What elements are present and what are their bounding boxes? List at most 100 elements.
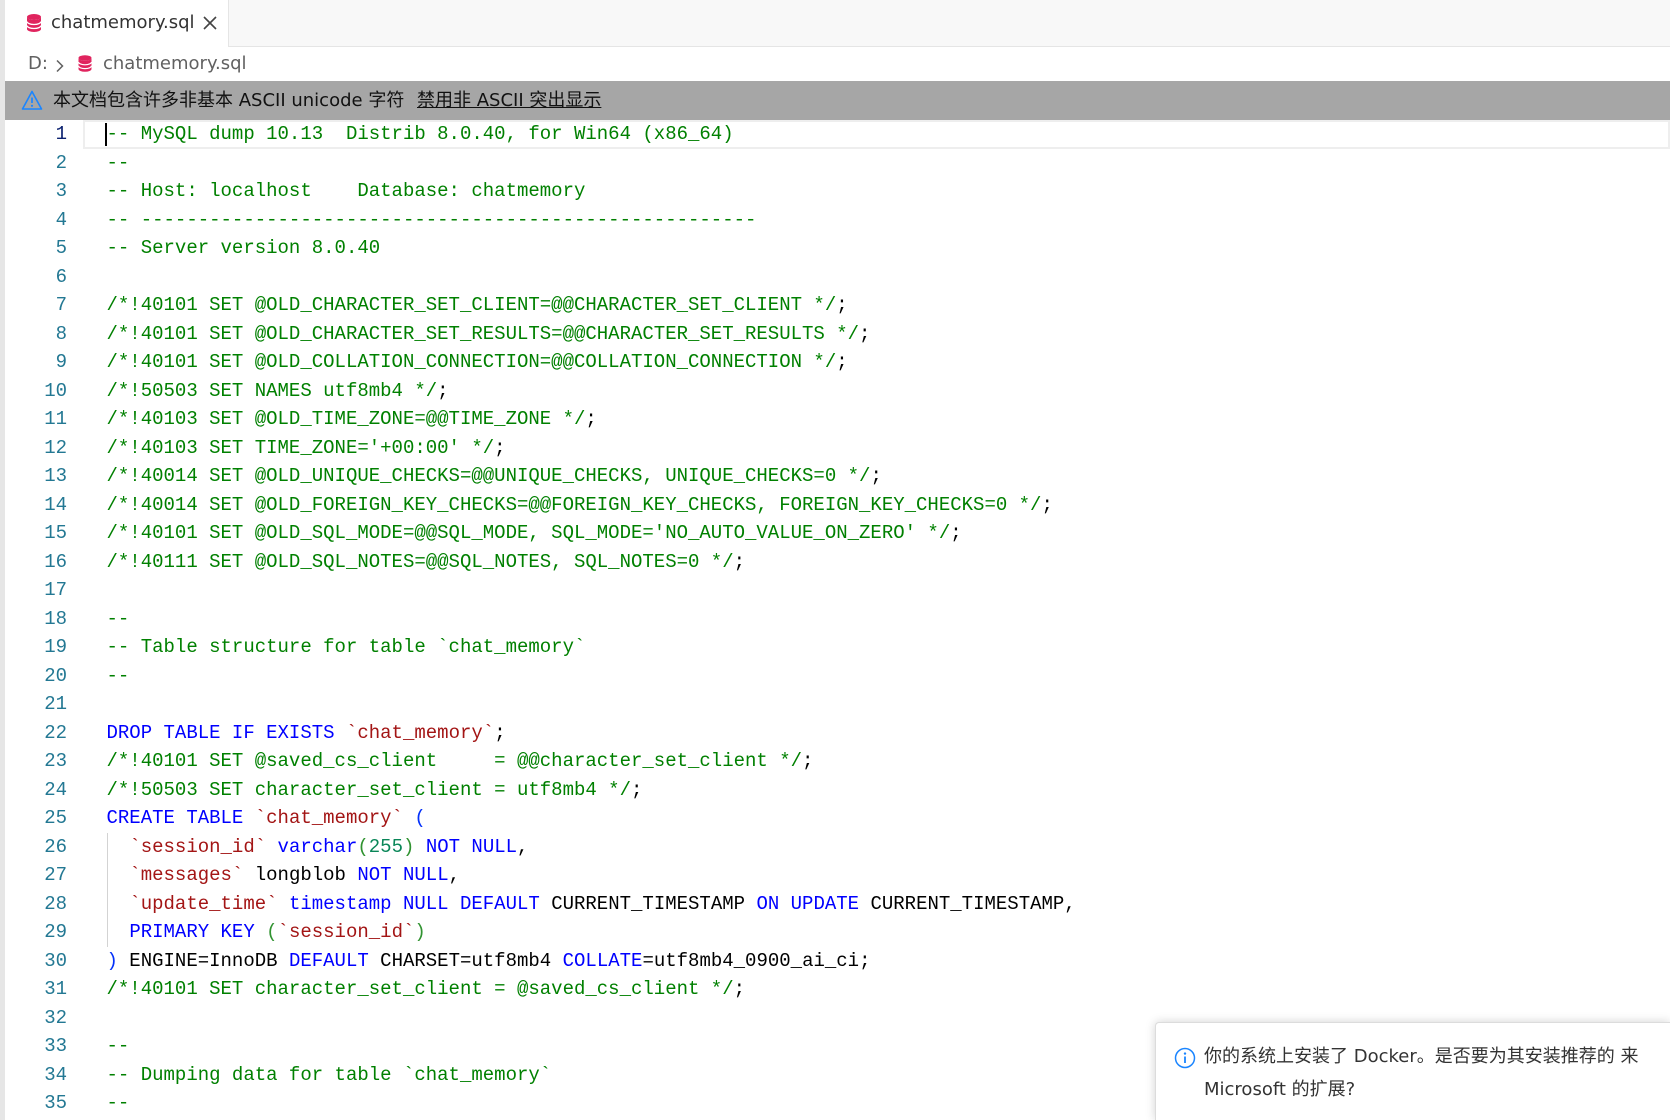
code-token: NOT NULL	[357, 864, 449, 886]
code-line[interactable]: 18 --	[5, 605, 1670, 634]
line-number: 20	[44, 664, 67, 687]
close-icon[interactable]	[201, 14, 219, 32]
code-token: -- Server version 8.0.40	[106, 237, 381, 259]
code-token: ,	[448, 864, 460, 886]
code-token: ;	[836, 294, 848, 316]
disable-highlight-link[interactable]: 禁用非 ASCII 突出显示	[417, 81, 601, 120]
code-text: /*!40101 SET @OLD_COLLATION_CONNECTION=@…	[107, 348, 848, 377]
code-token: ;	[494, 721, 506, 744]
code-line[interactable]: 30) ENGINE=InnoDB DEFAULT CHARSET=utf8mb…	[5, 947, 1670, 976]
code-token: )	[106, 949, 118, 972]
code-line[interactable]: 5 -- Server version 8.0.40	[5, 234, 1670, 263]
code-line[interactable]: 21	[5, 690, 1670, 719]
code-line[interactable]: 29 PRIMARY KEY (`session_id`)	[5, 918, 1670, 947]
code-line[interactable]: 17	[5, 576, 1670, 605]
code-line[interactable]: 14 /*!40014 SET @OLD_FOREIGN_KEY_CHECKS=@…	[5, 491, 1670, 520]
code-token: CREATE TABLE	[106, 807, 244, 829]
code-line[interactable]: 2 --	[5, 149, 1670, 178]
code-line[interactable]: 12 /*!40103 SET TIME_ZONE='+00:00' */;	[5, 434, 1670, 463]
line-number: 7	[55, 294, 67, 316]
code-line[interactable]: 16 /*!40111 SET @OLD_SQL_NOTES=@@SQL_NOTE…	[5, 548, 1670, 577]
code-token: )	[403, 835, 415, 858]
code-token: --	[106, 1092, 130, 1114]
database-icon	[25, 13, 43, 33]
code-text: /*!40103 SET @OLD_TIME_ZONE=@@TIME_ZONE …	[107, 405, 597, 434]
docker-extension-notification[interactable]: 你的系统上安装了 Docker。是否要为其安装推荐的 来 Microsoft 的…	[1155, 1022, 1670, 1120]
code-token: (	[357, 835, 369, 858]
line-number: 34	[44, 1063, 67, 1086]
line-number: 4	[55, 208, 67, 231]
breadcrumb-drive[interactable]: D:	[28, 47, 48, 81]
code-token: ;	[1041, 493, 1053, 516]
code-token: ,	[517, 835, 529, 858]
code-token: DEFAULT	[288, 949, 369, 972]
code-line[interactable]: 11 /*!40103 SET @OLD_TIME_ZONE=@@TIME_ZON…	[5, 405, 1670, 434]
code-line[interactable]: 25 CREATE TABLE `chat_memory` (	[5, 804, 1670, 833]
code-token: CHARSET=utf8mb4	[368, 949, 563, 972]
code-line[interactable]: 7 /*!40101 SET @OLD_CHARACTER_SET_CLIENT=…	[5, 291, 1670, 320]
code-token: `update_time`	[129, 892, 278, 915]
line-number: 26	[44, 835, 67, 858]
code-token: longblob	[243, 864, 358, 886]
code-line[interactable]: 15 /*!40101 SET @OLD_SQL_MODE=@@SQL_MODE,…	[5, 519, 1670, 548]
code-line[interactable]: 20 --	[5, 662, 1670, 691]
info-icon	[1174, 1047, 1196, 1069]
line-number: 22	[44, 721, 67, 744]
code-line[interactable]: 27 `messages` longblob NOT NULL,	[5, 861, 1670, 890]
breadcrumb: D: chatmemory.sql	[5, 47, 1670, 81]
code-line[interactable]: 22 DROP TABLE IF EXISTS `chat_memory`;	[5, 719, 1670, 748]
code-editor[interactable]: 1 -- MySQL dump 10.13 Distrib 8.0.40, for…	[5, 120, 1670, 1120]
code-token: /*!50503 SET NAMES utf8mb4 */	[106, 379, 438, 402]
code-text: --	[107, 149, 130, 178]
code-token: /*!40111 SET @OLD_SQL_NOTES=@@SQL_NOTES,…	[106, 550, 734, 573]
code-line[interactable]: 31 /*!40101 SET character_set_client = @s…	[5, 975, 1670, 1004]
line-number: 32	[44, 1006, 67, 1029]
code-token: /*!50503 SET character_set_client = utf8…	[106, 778, 632, 801]
code-text: CREATE TABLE `chat_memory` (	[107, 804, 426, 833]
code-line[interactable]: 10 /*!50503 SET NAMES utf8mb4 */;	[5, 377, 1670, 406]
database-icon	[77, 54, 93, 73]
code-token: /*!40101 SET @OLD_CHARACTER_SET_RESULTS=…	[106, 322, 860, 345]
code-line[interactable]: 28 `update_time` timestamp NULL DEFAULT …	[5, 890, 1670, 919]
code-token: ON UPDATE	[756, 892, 860, 915]
code-text: /*!40101 SET character_set_client = @sav…	[107, 975, 746, 1004]
code-line[interactable]: 8 /*!40101 SET @OLD_CHARACTER_SET_RESULTS…	[5, 320, 1670, 349]
notification-message-continued: Microsoft 的扩展?	[1204, 1079, 1356, 1100]
line-number: 11	[44, 408, 67, 430]
code-line[interactable]: 23 /*!40101 SET @saved_cs_client = @@char…	[5, 747, 1670, 776]
code-token: -- Dumping data for table `chat_memory`	[106, 1063, 552, 1086]
code-line[interactable]: 19 -- Table structure for table `chat_mem…	[5, 633, 1670, 662]
code-line[interactable]: 4 -- ------------------------------------…	[5, 206, 1670, 235]
code-token: -- Host: localhost Database: chatmemory	[106, 180, 586, 202]
code-line[interactable]: 1 -- MySQL dump 10.13 Distrib 8.0.40, for…	[5, 120, 1670, 149]
code-token: ;	[950, 522, 962, 544]
code-line[interactable]: 13 /*!40014 SET @OLD_UNIQUE_CHECKS=@@UNIQ…	[5, 462, 1670, 491]
code-line[interactable]: 9 /*!40101 SET @OLD_COLLATION_CONNECTION=…	[5, 348, 1670, 377]
tab-chatmemory-sql[interactable]: chatmemory.sql	[5, 0, 229, 47]
line-number: 1	[55, 123, 67, 145]
chevron-right-icon	[53, 57, 67, 73]
code-line[interactable]: 3 -- Host: localhost Database: chatmemory	[5, 177, 1670, 206]
code-line[interactable]: 24 /*!50503 SET character_set_client = ut…	[5, 776, 1670, 805]
code-line[interactable]: 26 `session_id` varchar(255) NOT NULL,	[5, 833, 1670, 862]
code-token: (	[414, 807, 426, 829]
line-number: 8	[55, 322, 67, 345]
code-token: `session_id`	[129, 835, 267, 858]
banner-message: 本文档包含许多非基本 ASCII unicode 字符	[53, 90, 405, 111]
code-token: timestamp NULL DEFAULT	[288, 892, 540, 915]
breadcrumb-file[interactable]: chatmemory.sql	[103, 47, 247, 81]
code-text: /*!40014 SET @OLD_FOREIGN_KEY_CHECKS=@@F…	[107, 491, 1053, 520]
notification-message: 你的系统上安装了 Docker。是否要为其安装推荐的 来	[1204, 1046, 1639, 1067]
line-number: 29	[44, 921, 67, 943]
code-token: ;	[494, 436, 506, 459]
code-token: --	[106, 151, 130, 174]
code-token: ;	[631, 778, 643, 801]
line-number: 15	[44, 522, 67, 544]
code-token: -- Table structure for table `chat_memor…	[106, 636, 586, 658]
code-line[interactable]: 6	[5, 263, 1670, 292]
